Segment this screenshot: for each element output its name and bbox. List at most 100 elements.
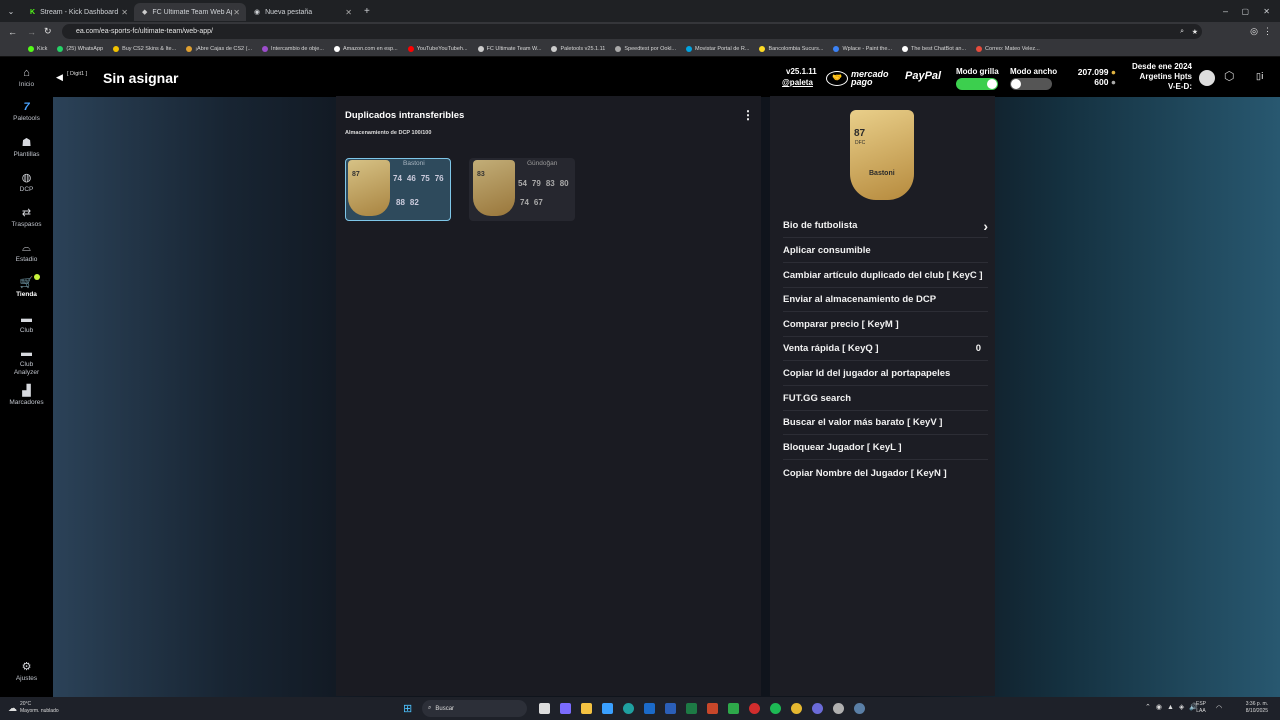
zoom-icon[interactable]: ⌕ xyxy=(1180,28,1184,36)
clock[interactable]: 3:36 p. m. 8/10/2025 xyxy=(1238,701,1268,715)
sidebar-item-tienda[interactable]: 🛒 Tienda xyxy=(0,274,53,298)
menu-item-copy-id[interactable]: Copiar Id del jugador al portapapeles xyxy=(783,362,988,386)
bookmark-item[interactable]: Amazon.com en esp... xyxy=(333,45,398,52)
sidebar-item-dcp[interactable]: ◍ DCP xyxy=(0,172,53,193)
menu-item-bio[interactable]: Bio de futbolista › xyxy=(783,214,988,238)
tab-fc-webapp[interactable]: ◆ FC Ultimate Team Web App - l... ✕ xyxy=(134,3,246,21)
new-tab-button[interactable]: + xyxy=(364,6,370,17)
taskview-icon[interactable] xyxy=(539,703,550,714)
tab-title: Nueva pestaña xyxy=(265,8,313,16)
menu-item-quick-sell[interactable]: Venta rápida [ KeyQ ] 0 xyxy=(783,337,988,361)
xbox-icon[interactable] xyxy=(728,703,739,714)
wide-mode-toggle[interactable] xyxy=(1010,78,1052,90)
sidebar-item-ajustes[interactable]: ⚙ Ajustes xyxy=(0,661,53,682)
coins-value: 207.099 xyxy=(1077,67,1109,77)
word-icon[interactable] xyxy=(665,703,676,714)
sidebar-item-paletools[interactable]: 7 Paletools xyxy=(0,101,53,122)
spotify-icon[interactable] xyxy=(770,703,781,714)
bookmark-item[interactable]: FC Ultimate Team W... xyxy=(477,45,541,52)
url-field[interactable]: ea.com/ea-sports-fc/ultimate-team/web-ap… xyxy=(62,24,1202,39)
tab-new[interactable]: ◉ Nueva pestaña ✕ xyxy=(246,3,358,21)
menu-item-label: Copiar Id del jugador al portapapeles xyxy=(783,368,951,379)
menu-item-find-cheapest[interactable]: Buscar el valor más barato [ KeyV ] xyxy=(783,411,988,435)
back-icon[interactable]: ← xyxy=(8,27,17,37)
browser-menu-icon[interactable]: ⋮ xyxy=(1263,26,1272,37)
logo-icon[interactable]: ⬡ xyxy=(1224,69,1234,83)
tab-kick[interactable]: K Stream - Kick Dashboard ✕ xyxy=(22,3,134,21)
bookmark-star-icon[interactable]: ★ xyxy=(1192,28,1198,36)
language-indicator[interactable]: ESP LAA xyxy=(1196,701,1206,715)
menu-item-copy-name[interactable]: Copiar Nombre del Jugador [ KeyN ] xyxy=(783,461,988,485)
menu-item-apply-consumable[interactable]: Aplicar consumible xyxy=(783,239,988,263)
bookmark-label: Intercambio de obje... xyxy=(271,45,324,52)
grid-mode-toggle[interactable] xyxy=(956,78,998,90)
club-badge-icon[interactable] xyxy=(1199,70,1215,86)
close-tab-icon[interactable]: ✕ xyxy=(233,8,240,17)
browser-tab-bar: ⌄ K Stream - Kick Dashboard ✕ ◆ FC Ultim… xyxy=(0,0,1280,22)
menu-icon[interactable]: ▯ⅰ xyxy=(1256,71,1263,82)
bookmark-item[interactable]: Bancolombia Sucurs... xyxy=(759,45,823,52)
tab-search-icon[interactable]: ⌄ xyxy=(0,7,22,16)
copilot-icon[interactable] xyxy=(560,703,571,714)
taskbar-search-box[interactable]: ⌕ Buscar xyxy=(422,700,527,717)
close-tab-icon[interactable]: ✕ xyxy=(121,8,128,17)
bookmark-item[interactable]: Wplace - Paint the... xyxy=(833,45,892,52)
close-window-button[interactable]: ✕ xyxy=(1263,7,1270,16)
bookmark-item[interactable]: Kick xyxy=(28,45,47,52)
mercado-pago-button[interactable]: 🤝 mercado pago xyxy=(826,67,896,89)
chrome-icon[interactable] xyxy=(791,703,802,714)
obs-icon[interactable] xyxy=(812,703,823,714)
weather-widget[interactable]: ☁ 20°C Mayorm. nublado xyxy=(8,701,59,715)
photos-icon[interactable] xyxy=(602,703,613,714)
menu-item-compare-price[interactable]: Comparar precio [ KeyM ] xyxy=(783,313,988,337)
powerpoint-icon[interactable] xyxy=(707,703,718,714)
minimize-button[interactable]: – xyxy=(1223,6,1228,16)
bookmark-item[interactable]: YouTubeYouTubeh... xyxy=(407,45,468,52)
record-icon[interactable] xyxy=(749,703,760,714)
sidebar-item-traspasos[interactable]: ⇄ Traspasos xyxy=(0,207,53,228)
bookmark-item[interactable]: Correo: Mateo Velez... xyxy=(976,45,1040,52)
bookmark-item[interactable]: The best ChatBot an... xyxy=(902,45,966,52)
reload-icon[interactable]: ↻ xyxy=(44,26,52,37)
outlook-icon[interactable] xyxy=(644,703,655,714)
forward-icon[interactable]: → xyxy=(27,27,36,37)
sidebar-item-inicio[interactable]: ⌂ Inicio xyxy=(0,67,53,88)
close-tab-icon[interactable]: ✕ xyxy=(345,8,352,17)
bookmark-item[interactable]: Intercambio de obje... xyxy=(262,45,324,52)
bookmark-item[interactable]: Speedtest por Ookl... xyxy=(615,45,676,52)
tray-icons[interactable]: ⌃◉▲◈🔊 xyxy=(1145,703,1203,711)
menu-item-lock-player[interactable]: Bloquear Jugador [ KeyL ] xyxy=(783,436,988,460)
sidebar-item-club-analyzer[interactable]: ▬ Club Analyzer xyxy=(0,347,53,377)
menu-item-swap-duplicate[interactable]: Cambiar artículo duplicado del club [ Ke… xyxy=(783,264,988,288)
bookmark-item[interactable]: Movistar Portal de R... xyxy=(686,45,749,52)
maximize-button[interactable]: ▢ xyxy=(1241,7,1249,16)
bookmark-item[interactable]: (25) WhatsApp xyxy=(57,45,103,52)
paypal-button[interactable]: PayPal xyxy=(905,70,941,82)
app-icon[interactable] xyxy=(833,703,844,714)
wifi-icon[interactable]: ◠ xyxy=(1216,704,1222,712)
sidebar-item-club[interactable]: ▬ Club xyxy=(0,313,53,334)
bookmarks-bar: Kick (25) WhatsApp Buy CS2 Skins & Ite..… xyxy=(0,41,1280,57)
menu-item-futgg-search[interactable]: FUT.GG search xyxy=(783,387,988,411)
explorer-icon[interactable] xyxy=(581,703,592,714)
bookmark-item[interactable]: Paletools v25.1.11 xyxy=(551,45,605,52)
windows-start-icon[interactable]: ⊞ xyxy=(403,702,412,715)
back-arrow-icon[interactable]: ◀ xyxy=(56,72,63,83)
menu-item-label: FUT.GG search xyxy=(783,393,852,404)
bookmark-item[interactable]: ¡Abre Cajas de CS2 (... xyxy=(186,45,252,52)
user-handle[interactable]: @paleta xyxy=(782,78,813,87)
steam-icon[interactable] xyxy=(854,703,865,714)
stat-value: 88 xyxy=(396,198,405,207)
bookmark-item[interactable]: Buy CS2 Skins & Ite... xyxy=(113,45,176,52)
sidebar-item-label: Tienda xyxy=(16,291,37,298)
sidebar-item-estadio[interactable]: ⌓ Estadio xyxy=(0,242,53,263)
sidebar-item-plantillas[interactable]: ☗ Plantillas xyxy=(0,137,53,158)
excel-icon[interactable] xyxy=(686,703,697,714)
edge-icon[interactable] xyxy=(623,703,634,714)
sidebar-item-marcadores[interactable]: ▟ Marcadores xyxy=(0,385,53,406)
club-info: Desde ene 2024 Argetins Hpts V-E-D: xyxy=(1122,62,1192,92)
sidebar-item-label: Marcadores xyxy=(9,399,44,406)
profile-icon[interactable]: ◎ xyxy=(1250,26,1258,37)
menu-item-send-to-sbc-storage[interactable]: Enviar al almacenamiento de DCP xyxy=(783,288,988,312)
panel-options-icon[interactable]: ⋮ xyxy=(742,108,754,122)
